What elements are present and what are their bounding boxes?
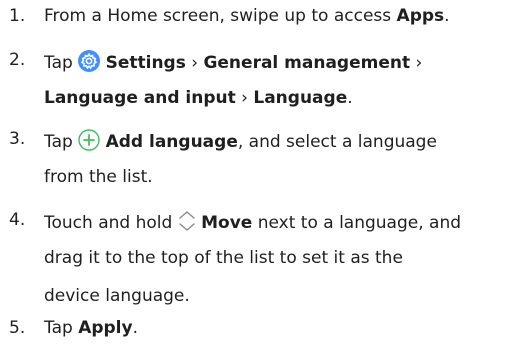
settings-gear-icon (78, 50, 101, 77)
settings-label: Settings (105, 53, 186, 73)
instruction-steps: 1. From a Home screen, swipe up to acces… (0, 0, 509, 347)
step-number: 4. (9, 210, 26, 230)
step-text: Tap Apply. (44, 318, 138, 338)
add-language-label: Add language (105, 132, 238, 152)
step-text: Touch and hold Move next to a language, … (44, 210, 461, 237)
step-text: drag it to the top of the list to set it… (44, 248, 403, 268)
step-text: Tap Settings › General management › (44, 50, 422, 77)
step-text: Language and input › Language. (44, 88, 353, 108)
step-number: 5. (9, 318, 26, 338)
general-management-label: General management (203, 53, 411, 73)
language-label: Language (253, 88, 348, 108)
step-text: Tap Add language, and select a language (44, 129, 437, 156)
add-plus-icon (78, 129, 100, 156)
apps-label: Apps (396, 6, 445, 26)
step-number: 3. (9, 129, 26, 149)
move-chevrons-icon (178, 210, 196, 237)
step-text: From a Home screen, swipe up to access A… (44, 6, 450, 26)
step-text: from the list. (44, 167, 153, 187)
language-and-input-label: Language and input (44, 88, 236, 108)
step-number: 2. (9, 50, 26, 70)
step-text: device language. (44, 286, 190, 306)
move-label: Move (201, 213, 253, 233)
apply-label: Apply (78, 318, 133, 338)
step-number: 1. (9, 6, 26, 26)
